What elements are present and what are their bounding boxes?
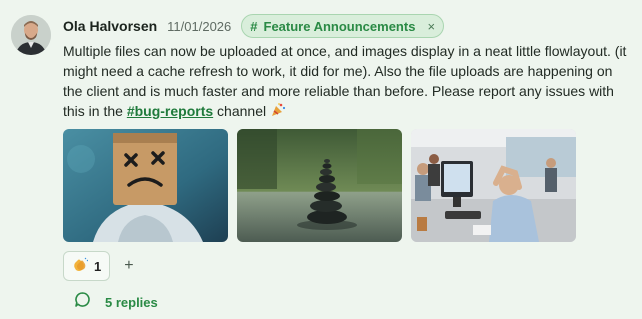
author-name[interactable]: Ola Halvorsen bbox=[63, 18, 157, 34]
add-reaction-button[interactable]: + bbox=[124, 257, 133, 275]
reaction-chip[interactable]: 1 bbox=[63, 251, 111, 281]
reaction-bar: 1 + bbox=[63, 251, 134, 281]
channel-tag-label: Feature Announcements bbox=[263, 18, 416, 34]
reaction-count: 1 bbox=[94, 258, 102, 274]
message-body: Multiple files can now be uploaded at on… bbox=[63, 41, 633, 123]
channel-tag-close-button[interactable]: × bbox=[427, 19, 435, 34]
image-gallery bbox=[63, 129, 576, 242]
message-date: 11/01/2026 bbox=[167, 18, 232, 34]
channel-link[interactable]: #bug-reports bbox=[127, 103, 213, 119]
channel-tag[interactable]: # Feature Announcements × bbox=[241, 14, 445, 38]
speech-bubble-icon bbox=[74, 291, 91, 313]
gallery-image-3[interactable] bbox=[411, 129, 576, 242]
party-popper-icon bbox=[270, 102, 286, 123]
hash-icon: # bbox=[250, 18, 258, 34]
gallery-image-1[interactable] bbox=[63, 129, 228, 242]
avatar[interactable] bbox=[11, 15, 51, 55]
replies-link[interactable]: 5 replies bbox=[74, 291, 158, 313]
replies-count-label: 5 replies bbox=[105, 294, 158, 310]
clapping-hands-icon bbox=[72, 257, 89, 276]
message-text-after-link: channel bbox=[213, 103, 267, 119]
gallery-image-2[interactable] bbox=[237, 129, 402, 242]
message-header: Ola Halvorsen 11/01/2026 # Feature Annou… bbox=[63, 14, 445, 38]
